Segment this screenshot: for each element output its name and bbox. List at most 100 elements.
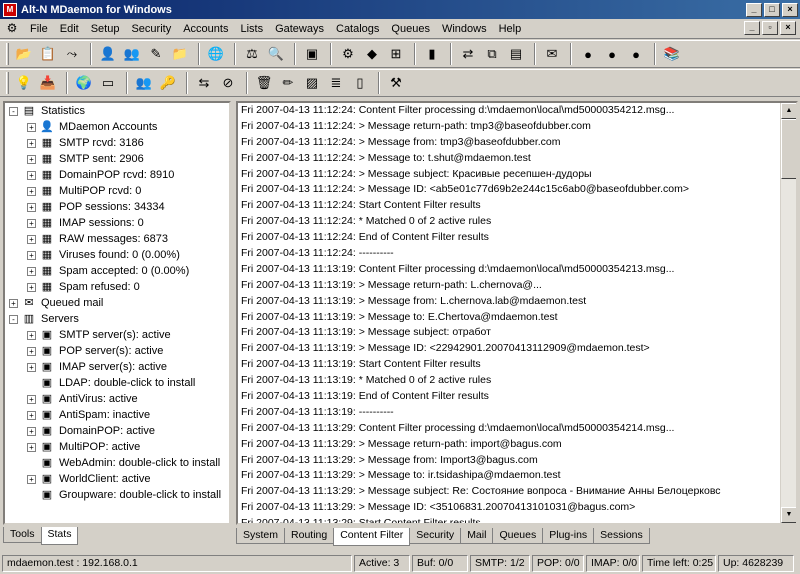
expand-icon[interactable]: + xyxy=(27,234,36,244)
tree-item[interactable]: + ▣ WorldClient: active xyxy=(5,471,229,487)
log-pane[interactable]: Fri 2007-04-13 11:12:24: Content Filter … xyxy=(236,101,798,525)
expand-icon[interactable]: + xyxy=(27,186,36,196)
expand-icon[interactable]: + xyxy=(27,138,36,148)
menu-accounts[interactable]: Accounts xyxy=(177,23,234,35)
menu-windows[interactable]: Windows xyxy=(436,23,493,35)
menu-edit[interactable]: Edit xyxy=(54,23,85,35)
mdi-restore-button[interactable]: ▫ xyxy=(762,21,778,35)
expand-icon[interactable]: + xyxy=(27,346,36,356)
close-button[interactable]: × xyxy=(782,2,798,17)
refresh-button[interactable]: ⇄ xyxy=(457,43,479,65)
tree-item[interactable]: + ▣ POP server(s): active xyxy=(5,343,229,359)
tab-routing[interactable]: Routing xyxy=(284,528,335,544)
tab-stats[interactable]: Stats xyxy=(40,527,79,545)
share-button[interactable]: ⇆ xyxy=(193,72,215,94)
menu-catalogs[interactable]: Catalogs xyxy=(330,23,385,35)
copy-button[interactable]: ⧉ xyxy=(481,43,503,65)
mdi-minimize-button[interactable]: _ xyxy=(744,21,760,35)
tree-node[interactable]: - ▥ Servers xyxy=(5,311,229,327)
scroll-up-button[interactable]: ▲ xyxy=(781,103,796,119)
collapse-icon[interactable]: - xyxy=(9,106,18,116)
trash-button[interactable]: 🗑 xyxy=(253,72,275,94)
maximize-button[interactable]: □ xyxy=(764,2,780,17)
pencil-button[interactable]: ✏ xyxy=(277,72,299,94)
menu-security[interactable]: Security xyxy=(125,23,177,35)
tools-button[interactable]: ⚒ xyxy=(385,72,407,94)
tree-item[interactable]: + ▦ MultiPOP rcvd: 0 xyxy=(5,183,229,199)
menu-lists[interactable]: Lists xyxy=(234,23,269,35)
tree-node[interactable]: + ✉ Queued mail xyxy=(5,295,229,311)
expand-icon[interactable]: + xyxy=(27,122,36,132)
expand-icon[interactable]: + xyxy=(27,362,36,372)
log-scrollbar[interactable]: ▲ ▼ xyxy=(780,103,796,523)
users-button[interactable]: 👥 xyxy=(121,43,143,65)
lamp-button[interactable]: 💡 xyxy=(13,72,35,94)
expand-icon[interactable]: + xyxy=(27,426,36,436)
tree-item[interactable]: ▣ WebAdmin: double-click to install xyxy=(5,455,229,471)
expand-icon[interactable]: + xyxy=(27,266,36,276)
card-button[interactable]: ▭ xyxy=(97,72,119,94)
mdaemon-app-icon[interactable]: M xyxy=(3,2,17,17)
group-button[interactable]: 👥 xyxy=(133,72,155,94)
books-button[interactable]: 📚 xyxy=(661,43,683,65)
menu-queues[interactable]: Queues xyxy=(385,23,436,35)
book-button[interactable]: ▮ xyxy=(421,43,443,65)
menu-help[interactable]: Help xyxy=(493,23,528,35)
log-button[interactable]: 📋 xyxy=(37,43,59,65)
stats-tree-pane[interactable]: - ▤ Statistics + 👤 MDaemon Accounts + ▦ SMTP rcv… xyxy=(3,101,231,525)
search-button[interactable]: 🔍 xyxy=(265,43,287,65)
tree-item[interactable]: + ▣ IMAP server(s): active xyxy=(5,359,229,375)
queue-button[interactable]: ⚙ xyxy=(337,43,359,65)
expand-icon[interactable]: + xyxy=(27,330,36,340)
collapse-icon[interactable]: - xyxy=(9,314,18,324)
red-dot-button[interactable]: ● xyxy=(625,43,647,65)
tree-item[interactable]: + ▦ Spam refused: 0 xyxy=(5,279,229,295)
key-button[interactable]: 🔑 xyxy=(157,72,179,94)
tray-button[interactable]: 📥 xyxy=(37,72,59,94)
folder-button[interactable]: 📁 xyxy=(169,43,191,65)
tree-item[interactable]: ▣ Groupware: double-click to install xyxy=(5,487,229,503)
scroll-down-button[interactable]: ▼ xyxy=(781,507,796,523)
menu-file[interactable]: File xyxy=(24,23,54,35)
tab-plug-ins[interactable]: Plug-ins xyxy=(542,528,595,544)
toolbar-grip[interactable] xyxy=(6,72,9,94)
expand-icon[interactable]: + xyxy=(9,298,18,308)
tree-item[interactable]: + ▦ Viruses found: 0 (0.00%) xyxy=(5,247,229,263)
green-dot-button[interactable]: ● xyxy=(577,43,599,65)
tree-item[interactable]: + ▦ SMTP sent: 2906 xyxy=(5,151,229,167)
tab-system[interactable]: System xyxy=(236,528,286,544)
expand-icon[interactable]: + xyxy=(27,394,36,404)
minimize-button[interactable]: _ xyxy=(746,2,762,17)
expand-icon[interactable]: + xyxy=(27,154,36,164)
tree-item[interactable]: + ▦ DomainPOP rcvd: 8910 xyxy=(5,167,229,183)
tree-item[interactable]: + ▦ RAW messages: 6873 xyxy=(5,231,229,247)
alert-button[interactable]: ◆ xyxy=(361,43,383,65)
expand-icon[interactable]: + xyxy=(27,170,36,180)
tree-item[interactable]: + ▦ SMTP rcvd: 3186 xyxy=(5,135,229,151)
expand-icon[interactable]: + xyxy=(27,250,36,260)
list-button[interactable]: ≣ xyxy=(325,72,347,94)
toolbar-grip[interactable] xyxy=(6,43,9,65)
window-button[interactable]: ▣ xyxy=(301,43,323,65)
tree-item[interactable]: + ▣ SMTP server(s): active xyxy=(5,327,229,343)
menu-setup[interactable]: Setup xyxy=(85,23,126,35)
tab-security[interactable]: Security xyxy=(409,528,462,544)
expand-icon[interactable]: + xyxy=(27,282,36,292)
tree-item[interactable]: + 👤 MDaemon Accounts xyxy=(5,119,229,135)
tab-content-filter[interactable]: Content Filter xyxy=(333,528,411,546)
tree-item[interactable]: ▣ LDAP: double-click to install xyxy=(5,375,229,391)
tree-item[interactable]: + ▣ AntiVirus: active xyxy=(5,391,229,407)
tree-item[interactable]: + ▦ POP sessions: 34334 xyxy=(5,199,229,215)
filter-button[interactable]: ⚖ xyxy=(241,43,263,65)
tab-mail[interactable]: Mail xyxy=(460,528,494,544)
archive-button[interactable]: ▤ xyxy=(505,43,527,65)
expand-icon[interactable]: + xyxy=(27,218,36,228)
system-menu-icon[interactable]: ⚙ xyxy=(4,21,20,37)
grid-button[interactable]: ⊞ xyxy=(385,43,407,65)
tree-node[interactable]: - ▤ Statistics xyxy=(5,103,229,119)
image-button[interactable]: ▨ xyxy=(301,72,323,94)
tab-tools[interactable]: Tools xyxy=(3,527,42,543)
mail-button[interactable]: ✉ xyxy=(541,43,563,65)
tree-item[interactable]: + ▣ DomainPOP: active xyxy=(5,423,229,439)
earth-button[interactable]: 🌍 xyxy=(73,72,95,94)
